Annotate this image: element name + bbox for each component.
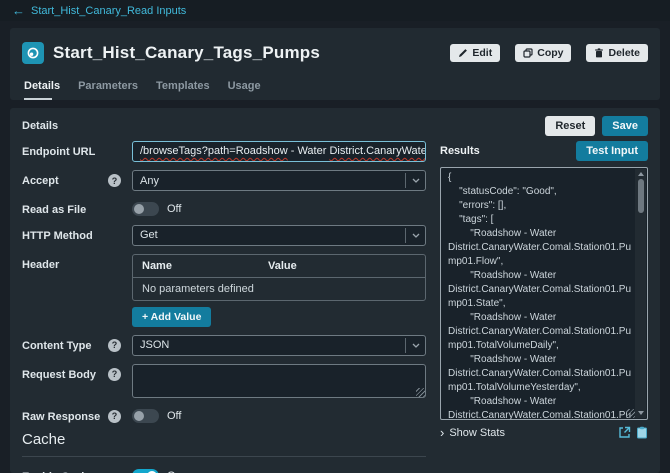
content-type-label: Content Type xyxy=(22,335,108,353)
accept-select[interactable]: Any xyxy=(132,170,426,191)
add-value-button[interactable]: + Add Value xyxy=(132,307,211,327)
pencil-icon xyxy=(458,48,468,58)
header-col-value: Value xyxy=(268,260,416,272)
details-form: Endpoint URL /browseTags?path=Roadshow -… xyxy=(22,141,426,473)
read-as-file-label: Read as File xyxy=(22,199,108,217)
http-method-label: HTTP Method xyxy=(22,225,108,243)
help-icon[interactable]: ? xyxy=(108,174,121,187)
top-nav: ← Start_Hist_Canary_Read Inputs xyxy=(0,0,670,21)
scroll-up-icon[interactable] xyxy=(638,172,644,176)
accept-label: Accept xyxy=(22,170,108,188)
header-params-table: Name Value No parameters defined xyxy=(132,254,426,301)
endpoint-url-row: Endpoint URL /browseTags?path=Roadshow -… xyxy=(22,141,426,162)
divider xyxy=(22,456,426,457)
header-col-name: Name xyxy=(142,260,268,272)
enable-cache-row: Enable Cache On xyxy=(22,466,426,473)
accept-row: Accept ? Any xyxy=(22,170,426,191)
back-link-label: Start_Hist_Canary_Read Inputs xyxy=(31,5,186,17)
request-body-textarea[interactable] xyxy=(132,364,426,398)
header-card: Start_Hist_Canary_Tags_Pumps Edit Copy D… xyxy=(10,28,660,100)
request-body-label: Request Body xyxy=(22,364,108,382)
results-json-output: { "statusCode": "Good", "errors": [], "t… xyxy=(441,168,647,420)
copy-button[interactable]: Copy xyxy=(515,44,571,62)
chevron-down-icon xyxy=(405,173,425,188)
chevron-down-icon xyxy=(405,338,425,353)
reset-button[interactable]: Reset xyxy=(545,116,595,136)
header-row: Header Name Value No parameters defined … xyxy=(22,254,426,327)
copy-icon xyxy=(523,48,533,58)
raw-response-label: Raw Response xyxy=(22,406,108,424)
copy-to-clipboard-icon[interactable] xyxy=(636,426,648,439)
results-scrollbar[interactable] xyxy=(635,169,646,418)
show-stats-link[interactable]: Show Stats xyxy=(449,427,505,439)
details-panel: Details Reset Save Endpoint URL /browseT… xyxy=(10,108,660,473)
results-panel: Results Test Input { "statusCode": "Good… xyxy=(440,141,648,473)
read-as-file-row: Read as File Off xyxy=(22,199,426,217)
resize-handle-icon[interactable] xyxy=(416,388,425,397)
edit-button[interactable]: Edit xyxy=(450,44,500,62)
results-title: Results xyxy=(440,145,480,157)
save-button[interactable]: Save xyxy=(602,116,648,136)
endpoint-url-label: Endpoint URL xyxy=(22,141,108,159)
raw-response-row: Raw Response ? Off xyxy=(22,406,426,424)
tab-bar: Details Parameters Templates Usage xyxy=(22,70,648,100)
chevron-down-icon xyxy=(405,228,425,243)
tab-usage[interactable]: Usage xyxy=(228,80,261,100)
help-icon[interactable]: ? xyxy=(108,339,121,352)
page-title: Start_Hist_Canary_Tags_Pumps xyxy=(53,43,320,63)
raw-response-toggle[interactable] xyxy=(132,409,159,423)
read-as-file-state: Off xyxy=(167,203,181,215)
back-arrow-icon: ← xyxy=(12,4,25,17)
http-method-row: HTTP Method Get xyxy=(22,225,426,246)
test-input-button[interactable]: Test Input xyxy=(576,141,648,161)
endpoint-url-input[interactable]: /browseTags?path=Roadshow - Water Distri… xyxy=(132,141,426,162)
results-output-box[interactable]: { "statusCode": "Good", "errors": [], "t… xyxy=(440,167,648,420)
delete-button[interactable]: Delete xyxy=(586,44,648,62)
open-external-icon[interactable] xyxy=(618,426,631,439)
tab-details[interactable]: Details xyxy=(24,80,60,100)
content-type-select[interactable]: JSON xyxy=(132,335,426,356)
raw-response-state: Off xyxy=(167,410,181,422)
tab-templates[interactable]: Templates xyxy=(156,80,210,100)
enable-cache-toggle[interactable] xyxy=(132,469,159,473)
enable-cache-label: Enable Cache xyxy=(22,466,108,473)
header-empty-text: No parameters defined xyxy=(133,278,425,300)
chevron-right-icon[interactable]: › xyxy=(440,426,444,439)
details-section-title: Details xyxy=(22,120,58,132)
scrollbar-thumb[interactable] xyxy=(638,179,644,213)
request-body-row: Request Body ? xyxy=(22,364,426,398)
back-link[interactable]: ← Start_Hist_Canary_Read Inputs xyxy=(12,4,186,17)
endpoint-target-icon xyxy=(22,42,44,64)
help-icon[interactable]: ? xyxy=(108,368,121,381)
header-label: Header xyxy=(22,254,108,272)
scroll-down-icon[interactable] xyxy=(638,411,644,415)
content-type-row: Content Type ? JSON xyxy=(22,335,426,356)
tab-parameters[interactable]: Parameters xyxy=(78,80,138,100)
resize-handle-icon[interactable] xyxy=(626,409,635,418)
http-method-select[interactable]: Get xyxy=(132,225,426,246)
read-as-file-toggle[interactable] xyxy=(132,202,159,216)
cache-section-title: Cache xyxy=(22,431,426,448)
trash-icon xyxy=(594,48,604,58)
help-icon[interactable]: ? xyxy=(108,410,121,423)
